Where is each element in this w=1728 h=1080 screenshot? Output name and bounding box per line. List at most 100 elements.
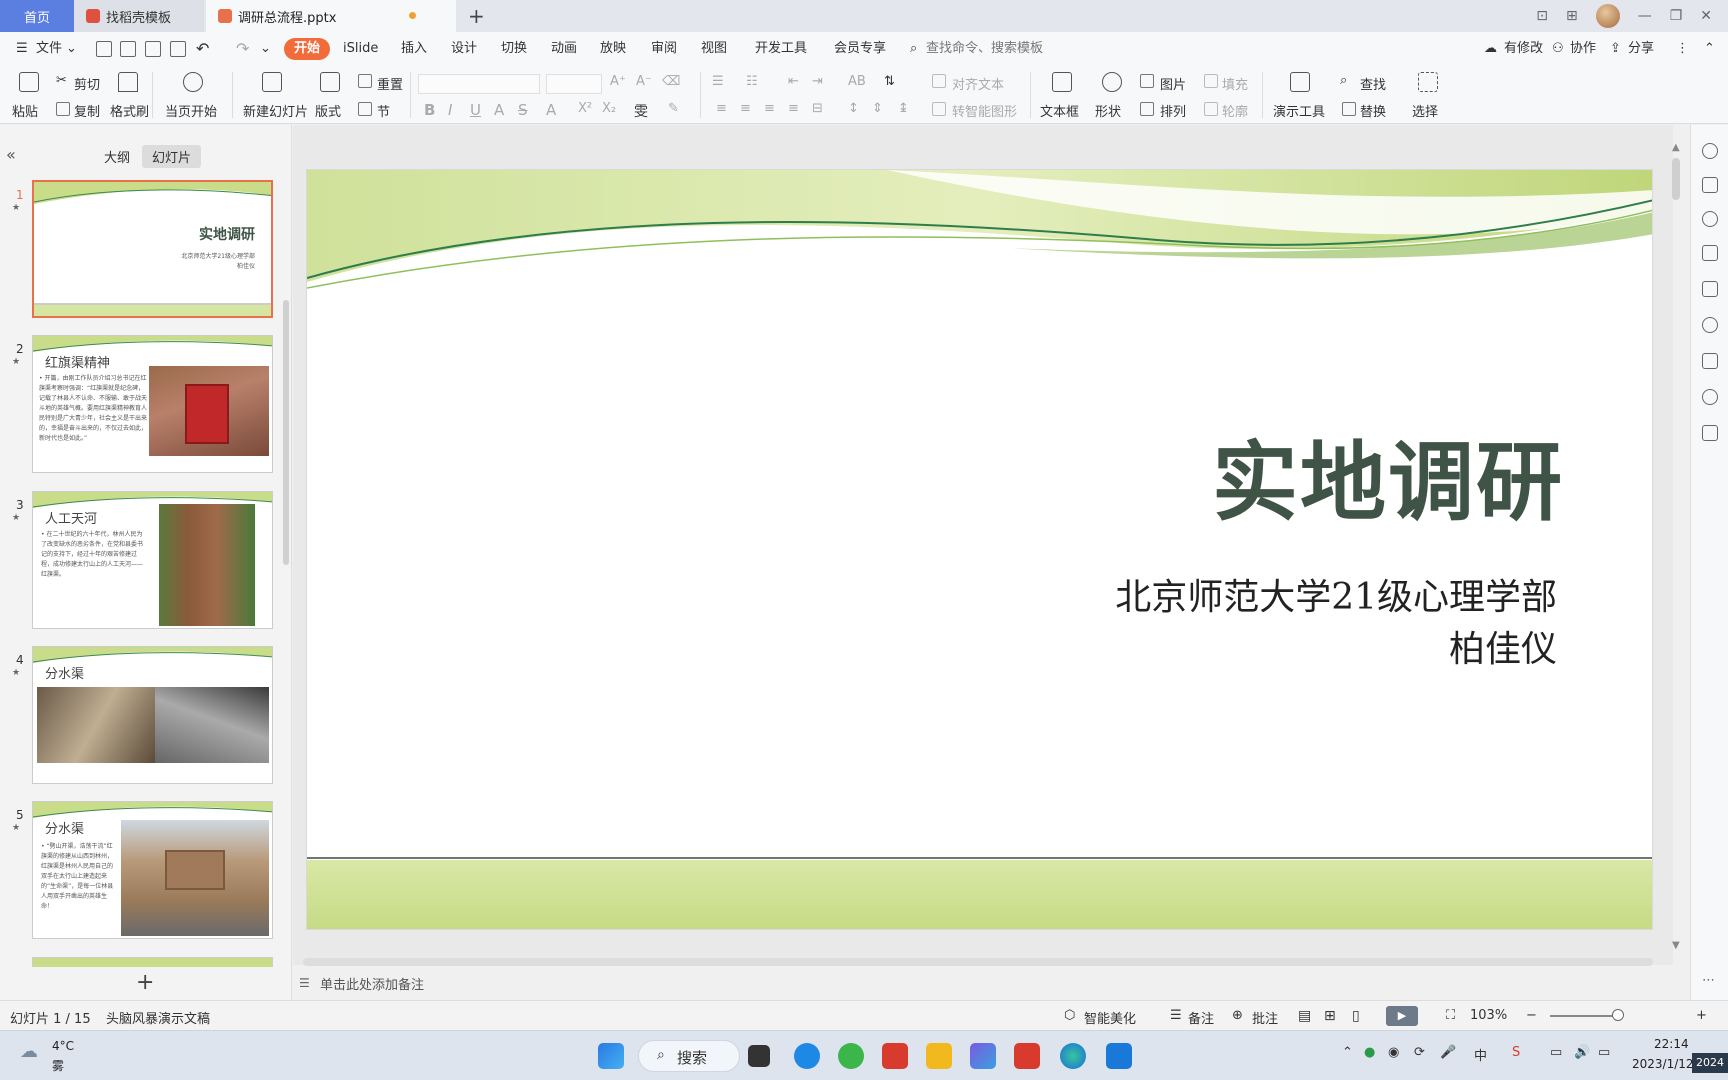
scroll-up-icon[interactable]: ▲ bbox=[1672, 142, 1680, 153]
tab-home[interactable]: 首页 bbox=[0, 0, 74, 32]
underline-icon[interactable]: U bbox=[470, 101, 481, 119]
thumb-slide-6-partial[interactable] bbox=[32, 957, 273, 967]
share-button[interactable]: 分享 bbox=[1628, 32, 1654, 66]
print-icon[interactable] bbox=[145, 41, 161, 57]
menu-file[interactable]: 文件 bbox=[36, 32, 62, 66]
sogou-icon[interactable]: S bbox=[1512, 1045, 1520, 1060]
phonetic-icon[interactable]: 雯 bbox=[634, 101, 648, 121]
align-right-icon[interactable]: ≡ bbox=[764, 101, 775, 116]
picture-button[interactable]: 图片 bbox=[1160, 74, 1186, 93]
slides-icon[interactable] bbox=[1702, 245, 1718, 261]
collapse-ribbon-icon[interactable]: ⌃ bbox=[1704, 32, 1715, 66]
slide-1[interactable]: 实地调研 北京师范大学21级心理学部 柏佳仪 bbox=[306, 169, 1653, 930]
slide-subtitle[interactable]: 北京师范大学21级心理学部 bbox=[1115, 568, 1557, 620]
menu-islide[interactable]: iSlide bbox=[343, 32, 378, 66]
zoom-slider-thumb[interactable] bbox=[1612, 1009, 1624, 1021]
layout-switch-icon[interactable]: ⊡ bbox=[1536, 8, 1548, 24]
layout-button[interactable]: 版式 bbox=[315, 101, 341, 120]
shape-button[interactable]: 形状 bbox=[1095, 101, 1121, 120]
hamburger-icon[interactable]: ☰ bbox=[16, 32, 28, 66]
ime-icon[interactable]: 中 bbox=[1474, 1045, 1487, 1064]
sync-icon[interactable]: ⟳ bbox=[1414, 1045, 1425, 1060]
distribute-icon[interactable]: ⊟ bbox=[812, 101, 823, 116]
tab-file[interactable]: 调研总流程.pptx bbox=[206, 0, 456, 32]
thumb-slide-2[interactable]: 红旗渠精神 • 开篇，由刚工作队员介绍习总书记在红旗渠考察时强调：“红旗渠就是纪… bbox=[32, 335, 273, 473]
cube-icon[interactable] bbox=[1702, 425, 1718, 441]
strike-icon[interactable]: S bbox=[518, 101, 528, 119]
thumb-slide-3[interactable]: 人工天河 • 在二十世纪的六十年代，林州人民为了改变缺水的恶劣条件，在党和县委书… bbox=[32, 491, 273, 629]
normal-view-icon[interactable]: ▤ bbox=[1298, 1008, 1311, 1024]
menu-view[interactable]: 视图 bbox=[701, 32, 727, 66]
menu-insert[interactable]: 插入 bbox=[401, 32, 427, 66]
new-slide-button[interactable]: 新建幻灯片 bbox=[243, 101, 308, 120]
notes-toggle[interactable]: 备注 bbox=[1188, 1008, 1214, 1027]
thumb-slide-4[interactable]: 分水渠 bbox=[32, 646, 273, 784]
edge-icon[interactable] bbox=[1060, 1043, 1086, 1069]
zoom-slider[interactable] bbox=[1550, 1015, 1616, 1017]
feishu-icon[interactable] bbox=[794, 1043, 820, 1069]
collapse-panel-icon[interactable]: « bbox=[6, 145, 16, 164]
align-left-icon[interactable]: ≡ bbox=[716, 101, 727, 116]
redo-icon[interactable]: ↷ bbox=[236, 32, 249, 66]
taskbar-search[interactable]: ⌕ 搜索 bbox=[638, 1040, 740, 1072]
mic-icon[interactable]: 🎤 bbox=[1440, 1045, 1456, 1060]
bold-icon[interactable]: B bbox=[424, 101, 435, 119]
wps-office-icon[interactable] bbox=[1014, 1043, 1040, 1069]
menu-member[interactable]: 会员专享 bbox=[834, 32, 886, 66]
star-icon[interactable] bbox=[1702, 211, 1718, 227]
undo-icon[interactable]: ↶ bbox=[196, 32, 209, 66]
fill-button[interactable]: 填充 bbox=[1222, 74, 1248, 93]
theme-name[interactable]: 头脑风暴演示文稿 bbox=[106, 1008, 210, 1027]
present-tools-button[interactable]: 演示工具 bbox=[1273, 101, 1325, 120]
modified-status[interactable]: 有修改 bbox=[1504, 32, 1543, 66]
tab-outline[interactable]: 大纲 bbox=[94, 145, 140, 168]
panel-scrollbar[interactable] bbox=[283, 300, 289, 565]
add-slide-plus-icon[interactable]: + bbox=[136, 970, 154, 995]
bullets-icon[interactable]: ☰ bbox=[712, 74, 724, 89]
close-icon[interactable]: ✕ bbox=[1700, 8, 1712, 24]
command-search[interactable]: 查找命令、搜索模板 bbox=[926, 32, 1043, 66]
shadow-icon[interactable]: A bbox=[494, 101, 504, 119]
new-tab-plus-icon[interactable]: + bbox=[468, 4, 485, 28]
clear-format-icon[interactable]: ⌫ bbox=[662, 74, 680, 89]
font-shrink-icon[interactable]: A⁻ bbox=[636, 74, 652, 89]
zoom-level[interactable]: 103% bbox=[1470, 1008, 1507, 1023]
italic-icon[interactable]: I bbox=[448, 101, 452, 119]
paste-icon[interactable] bbox=[19, 72, 39, 92]
menu-switch[interactable]: 切换 bbox=[501, 32, 527, 66]
compass-icon[interactable] bbox=[1702, 317, 1718, 333]
copy-button[interactable]: 复制 bbox=[74, 101, 100, 120]
book-icon[interactable] bbox=[1702, 353, 1718, 369]
slide-author[interactable]: 柏佳仪 bbox=[1449, 620, 1557, 672]
textbox-button[interactable]: 文本框 bbox=[1040, 101, 1079, 120]
thumb-slide-1[interactable]: 实地调研 北京师范大学21级心理学部 柏佳仪 bbox=[32, 180, 273, 318]
menu-show[interactable]: 放映 bbox=[600, 32, 626, 66]
avatar[interactable] bbox=[1595, 4, 1620, 28]
restore-icon[interactable]: ❐ bbox=[1670, 8, 1683, 24]
rocket-icon[interactable] bbox=[1702, 143, 1718, 159]
canvas-hscrollbar[interactable] bbox=[303, 958, 1653, 966]
align-text-button[interactable]: 对齐文本 bbox=[952, 74, 1004, 93]
print-preview-icon[interactable] bbox=[170, 41, 186, 57]
save-icon[interactable] bbox=[96, 41, 112, 57]
photos-icon[interactable] bbox=[970, 1043, 996, 1069]
font-size-select[interactable] bbox=[546, 74, 602, 94]
subscript-icon[interactable]: X₂ bbox=[602, 101, 616, 116]
spacing-icon[interactable]: ↨ bbox=[898, 101, 909, 116]
reading-view-icon[interactable]: ▯ bbox=[1352, 1008, 1360, 1024]
quick-access-chevron-icon[interactable]: ⌄ bbox=[260, 32, 271, 66]
grid-apps-icon[interactable]: ⊞ bbox=[1566, 8, 1578, 24]
indent-decrease-icon[interactable]: ⇤ bbox=[788, 74, 799, 89]
fit-window-icon[interactable]: ⛶ bbox=[1446, 1008, 1455, 1023]
help-icon[interactable] bbox=[1702, 389, 1718, 405]
select-button[interactable]: 选择 bbox=[1412, 101, 1438, 120]
highlight-icon[interactable]: ✎ bbox=[668, 101, 679, 116]
paste-button[interactable]: 粘贴 bbox=[12, 101, 38, 120]
slide-title[interactable]: 实地调研 bbox=[1212, 412, 1564, 537]
task-view-icon[interactable] bbox=[748, 1045, 770, 1067]
replace-button[interactable]: 替换 bbox=[1360, 101, 1386, 120]
smart-shape-button[interactable]: 转智能图形 bbox=[952, 101, 1017, 120]
network-icon[interactable]: ▭ bbox=[1550, 1045, 1562, 1060]
zoom-out-icon[interactable]: − bbox=[1526, 1008, 1537, 1023]
more-dots-icon[interactable]: ⋯ bbox=[1702, 973, 1715, 988]
